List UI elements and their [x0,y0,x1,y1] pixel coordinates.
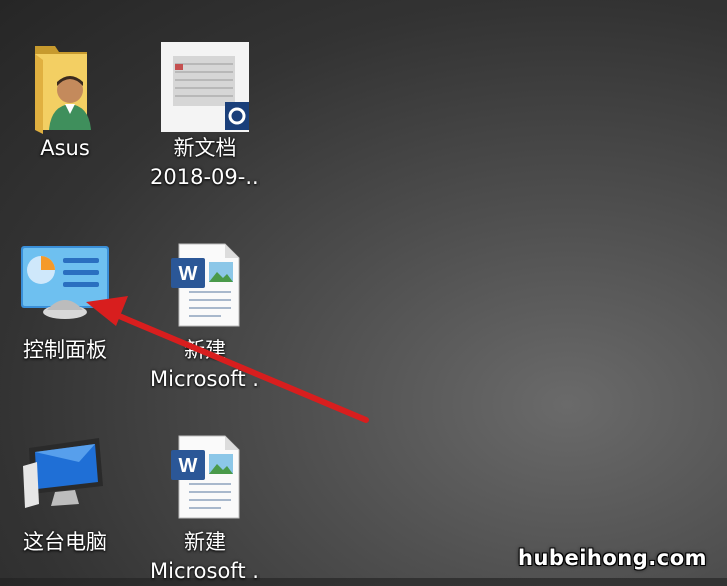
desktop-icon-label: Asus [40,136,90,160]
desktop-icon-word-document[interactable]: W 新建 Microsoft ... [150,432,260,586]
svg-text:W: W [179,455,198,477]
scanned-document-icon [155,38,255,134]
watermark: hubeihong.com [518,546,707,570]
word-document-icon: W [155,432,255,528]
desktop-icon-asus[interactable]: Asus [10,38,120,163]
desktop-icon-label: 新文档 2018-09-... [150,136,260,189]
desktop-icon-new-document[interactable]: 新文档 2018-09-... [150,38,260,192]
desktop-icon-label: 新建 Microsoft ... [150,338,260,391]
user-folder-icon [15,38,115,134]
computer-monitor-icon [15,432,115,528]
desktop-icon-label: 新建 Microsoft ... [150,530,260,583]
desktop[interactable]: Asus 新文档 2018-09-... 控制面板 W 新建 Microsoft… [0,0,727,583]
desktop-icon-this-pc[interactable]: 这台电脑 [10,432,120,557]
desktop-icon-label: 控制面板 [23,338,107,362]
desktop-icon-control-panel[interactable]: 控制面板 [10,240,120,365]
svg-text:W: W [179,263,198,285]
desktop-icon-label: 这台电脑 [23,530,107,554]
desktop-icon-word-document[interactable]: W 新建 Microsoft ... [150,240,260,394]
control-panel-icon [15,240,115,336]
word-document-icon: W [155,240,255,336]
